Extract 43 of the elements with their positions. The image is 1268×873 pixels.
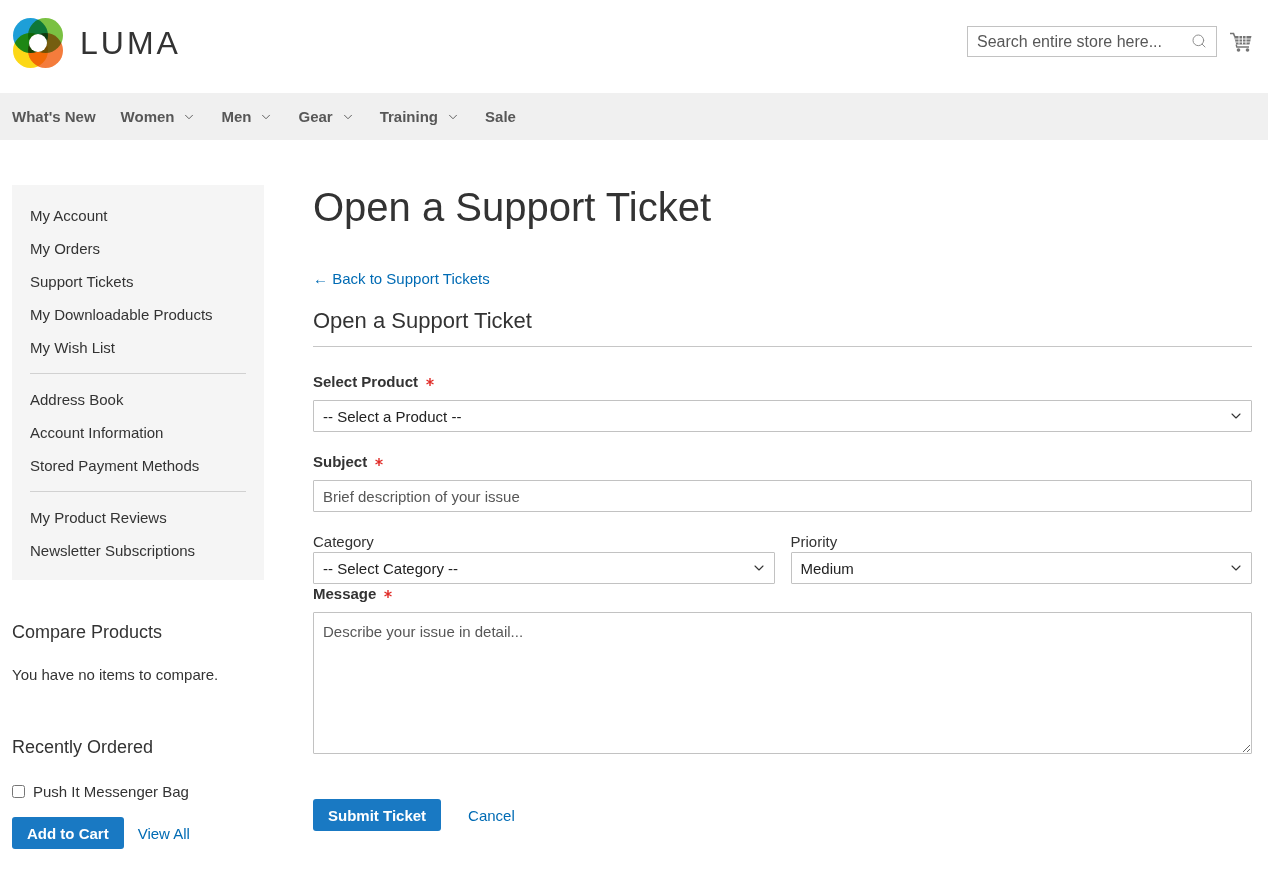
checkbox[interactable] xyxy=(12,784,25,798)
nav-item[interactable]: Training xyxy=(379,108,461,125)
select-dropdown[interactable]: -- Select a Product -- xyxy=(313,400,1252,432)
message-textarea[interactable]: Describe your issue in detail... xyxy=(313,612,1252,754)
product-name: Push It Messenger Bag xyxy=(33,782,189,800)
account-nav-link[interactable]: My Product Reviews xyxy=(30,501,167,534)
field-label: Category xyxy=(313,532,374,552)
field-label: Message xyxy=(313,584,377,604)
field-label: Priority xyxy=(790,532,838,552)
field-label: Select Product xyxy=(313,372,419,392)
account-nav-link[interactable]: Address Book xyxy=(30,383,124,416)
logo-link[interactable]: LUMA xyxy=(13,18,181,68)
select-dropdown[interactable]: Medium xyxy=(790,552,1252,584)
nav-item[interactable]: What's New xyxy=(12,108,96,125)
submit-button[interactable]: Submit Ticket xyxy=(313,799,442,831)
search-field[interactable]: Search entire store here... xyxy=(967,26,1217,57)
empty-message: You have no items to compare. xyxy=(12,665,219,685)
account-nav-link[interactable]: My Wish List xyxy=(30,331,115,364)
nav-item[interactable]: Men xyxy=(221,108,274,125)
account-nav-link[interactable]: My Orders xyxy=(30,232,100,265)
back-link[interactable]: ← Back to Support Tickets xyxy=(313,269,490,289)
select-dropdown[interactable]: -- Select Category -- xyxy=(313,552,775,584)
nav-item[interactable]: Gear xyxy=(298,108,355,125)
account-nav-link[interactable]: Stored Payment Methods xyxy=(30,449,200,482)
account-nav-link[interactable]: Newsletter Subscriptions xyxy=(30,534,196,567)
cancel-link[interactable]: Cancel xyxy=(468,806,515,824)
nav-item[interactable]: Women xyxy=(120,108,197,125)
view-all-link[interactable]: View All xyxy=(137,824,190,842)
form-title: Open a Support Ticket xyxy=(313,307,532,335)
account-nav-link[interactable]: My Account xyxy=(30,199,108,232)
account-nav-link[interactable]: Account Information xyxy=(30,416,164,449)
search-icon[interactable] xyxy=(1191,33,1207,49)
add-to-cart-button[interactable]: Add to Cart xyxy=(12,817,124,849)
text-input[interactable]: Brief description of your issue xyxy=(313,480,1252,512)
account-nav-link[interactable]: Support Tickets xyxy=(30,265,134,298)
account-nav-link[interactable]: My Downloadable Products xyxy=(30,298,213,331)
cart-icon[interactable] xyxy=(1230,31,1252,52)
field-label: Subject xyxy=(313,452,368,472)
section-heading: Compare Products xyxy=(12,621,163,644)
section-heading: Recently Ordered xyxy=(12,736,154,759)
nav-item[interactable]: Sale xyxy=(485,108,516,125)
page-title: Open a Support Ticket xyxy=(313,185,711,229)
logo-icon xyxy=(13,18,63,68)
